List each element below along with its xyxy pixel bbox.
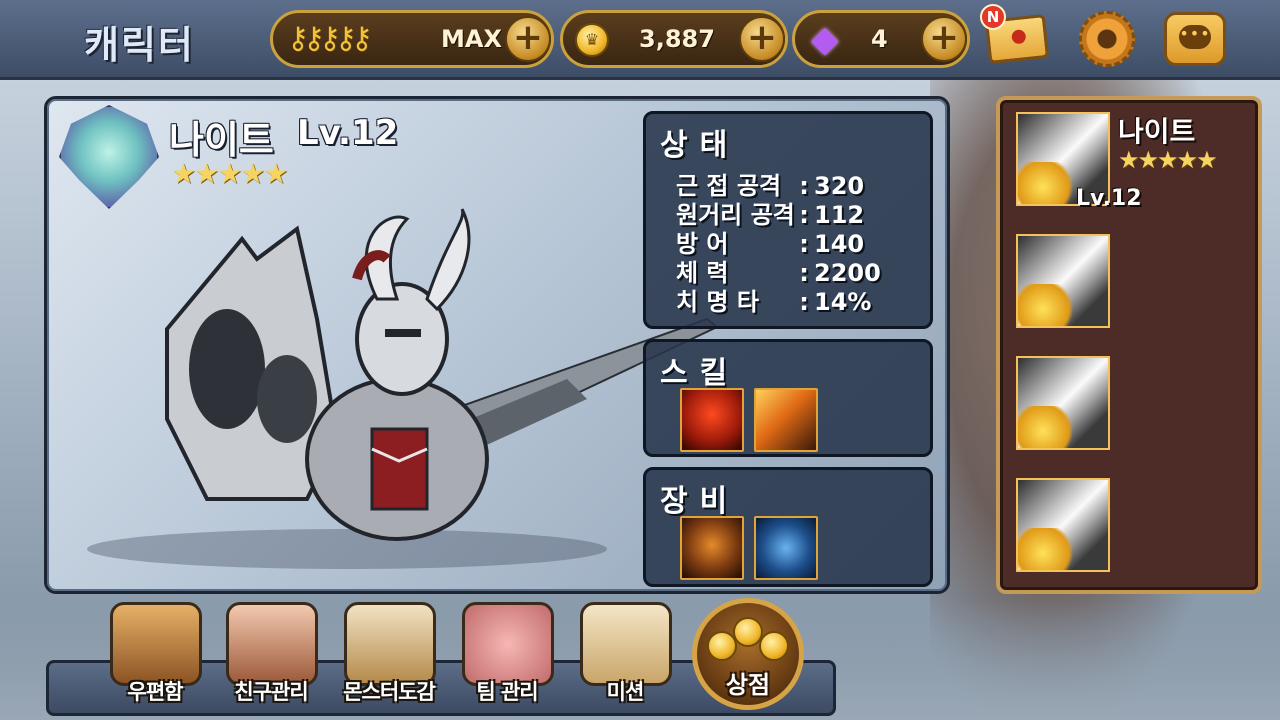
stat-label: 치 명 타 bbox=[676, 288, 759, 316]
keys-counter: ⚷⚷⚷⚷⚷ MAX + bbox=[270, 10, 554, 68]
equipment-panel: 장비 bbox=[643, 467, 933, 587]
stat-row-crit: 치 명 타:14% bbox=[676, 282, 871, 317]
chat-button[interactable]: ••• bbox=[1164, 8, 1226, 70]
skills-panel: 스킬 bbox=[643, 339, 933, 457]
nav-team-label: 팀 관리 bbox=[476, 680, 538, 704]
new-badge: N bbox=[980, 4, 1006, 30]
roster-selected-stars: ★★★★★ bbox=[1118, 146, 1218, 174]
mailbox-icon bbox=[110, 602, 202, 686]
gear-icon bbox=[1079, 11, 1135, 67]
demon-skill-icon[interactable] bbox=[680, 388, 744, 452]
nav-mailbox-label: 우편함 bbox=[127, 680, 184, 704]
gem-icon: ◆ bbox=[811, 19, 839, 60]
roster-slot[interactable] bbox=[1016, 478, 1110, 572]
coin-icon: ♛ bbox=[575, 23, 609, 57]
gems-value: 4 bbox=[871, 25, 888, 53]
character-panel: 나이트 Lv.12 ★★★★★ 상태 근 접 공격:320 원거리 공격:112… bbox=[44, 96, 950, 594]
nav-mission-label: 미션 bbox=[606, 680, 645, 704]
roster-slot[interactable] bbox=[1016, 234, 1110, 328]
chain-weapon-icon[interactable] bbox=[754, 516, 818, 580]
character-name: 나이트 bbox=[169, 118, 274, 162]
add-gems-button[interactable]: + bbox=[921, 16, 967, 62]
nav-friends-label: 친구관리 bbox=[234, 680, 308, 704]
shop-label: 상점 bbox=[725, 671, 771, 699]
spear-skill-icon[interactable] bbox=[754, 388, 818, 452]
skills-title: 스킬 bbox=[660, 356, 740, 391]
keys-value: MAX bbox=[441, 25, 502, 53]
nav-friends[interactable]: 친구관리 bbox=[218, 602, 324, 714]
roster-slot[interactable] bbox=[1016, 356, 1110, 450]
beast-armor-icon[interactable] bbox=[680, 516, 744, 580]
gems-counter: ◆ 4 + bbox=[792, 10, 970, 68]
nav-team[interactable]: 팀 관리 bbox=[454, 602, 560, 714]
chat-icon: ••• bbox=[1164, 12, 1226, 66]
roster-selected-name: 나이트 bbox=[1118, 115, 1196, 148]
gold-counter: ♛ 3,887 + bbox=[560, 10, 788, 68]
character-stars: ★★★★★ bbox=[171, 157, 289, 190]
crown-coins-icon bbox=[759, 631, 789, 661]
page-title: 캐릭터 bbox=[84, 23, 195, 67]
add-keys-button[interactable]: + bbox=[505, 16, 551, 62]
key-icon: ⚷⚷⚷⚷⚷ bbox=[287, 21, 373, 56]
mail-button[interactable]: N bbox=[980, 4, 1050, 70]
roster-selected-level: Lv.12 bbox=[1076, 186, 1142, 211]
status-panel: 상태 근 접 공격:320 원거리 공격:112 방 어:140 체 력:220… bbox=[643, 111, 933, 329]
settings-button[interactable] bbox=[1076, 8, 1138, 70]
nav-monster-book[interactable]: 몬스터도감 bbox=[336, 602, 442, 714]
character-level: Lv.12 bbox=[297, 113, 399, 153]
status-title: 상태 bbox=[660, 128, 740, 163]
add-gold-button[interactable]: + bbox=[739, 16, 785, 62]
equipment-title: 장비 bbox=[660, 484, 740, 519]
pig-icon bbox=[462, 602, 554, 686]
scroll-icon bbox=[580, 602, 672, 686]
top-bar: 캐릭터 ⚷⚷⚷⚷⚷ MAX + ♛ 3,887 + ◆ 4 + N ••• bbox=[0, 0, 1280, 80]
book-icon bbox=[344, 602, 436, 686]
gold-value: 3,887 bbox=[639, 25, 715, 53]
nav-mailbox[interactable]: 우편함 bbox=[102, 602, 208, 714]
character-roster: 나이트 ★★★★★ Lv.12 bbox=[996, 96, 1262, 594]
class-emblem-icon bbox=[59, 105, 159, 209]
friend-icon bbox=[226, 602, 318, 686]
nav-monster-book-label: 몬스터도감 bbox=[343, 680, 436, 704]
nav-mission[interactable]: 미션 bbox=[572, 602, 678, 714]
stat-value: 14% bbox=[814, 288, 872, 316]
shop-button[interactable]: 상점 bbox=[692, 598, 804, 710]
